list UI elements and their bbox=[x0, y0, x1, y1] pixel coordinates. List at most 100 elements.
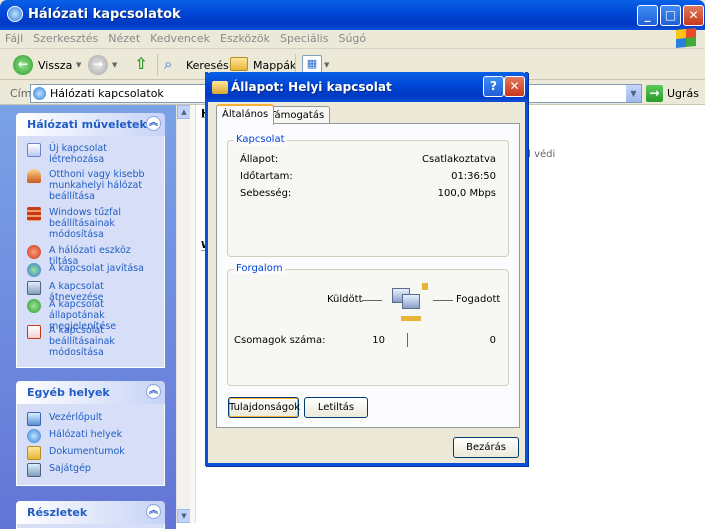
task-label: Windows tűzfal beállításainak módosítása bbox=[49, 207, 121, 240]
network-tasks-title: Hálózati műveletek bbox=[27, 118, 147, 131]
network-activity-icon bbox=[388, 283, 428, 325]
address-dropdown-icon[interactable]: ▼ bbox=[626, 85, 641, 102]
details-panel bbox=[16, 524, 165, 529]
vertical-scrollbar[interactable]: ▲ ▼ bbox=[176, 105, 191, 523]
menu-favorites[interactable]: Kedvencek bbox=[145, 30, 215, 45]
collapse-chevron-icon[interactable]: ︽ bbox=[146, 504, 161, 519]
computer-icon bbox=[402, 294, 420, 309]
speed-value: 100,0 Mbps bbox=[437, 188, 496, 199]
duration-label: Időtartam: bbox=[240, 171, 293, 182]
folder-icon bbox=[230, 57, 248, 71]
help-button[interactable]: ? bbox=[483, 76, 504, 97]
rename-icon bbox=[27, 281, 41, 295]
tab-panel: Kapcsolat Állapot: Csatlakoztatva Időtar… bbox=[216, 123, 520, 428]
scroll-down-icon[interactable]: ▼ bbox=[177, 509, 191, 523]
go-button[interactable]: → Ugrás bbox=[646, 84, 702, 103]
dialog-title-bar[interactable]: Állapot: Helyi kapcsolat ? ✕ bbox=[205, 72, 528, 102]
repair-icon bbox=[27, 263, 41, 277]
sent-label: Küldött bbox=[327, 294, 363, 305]
tab-general[interactable]: Általános bbox=[216, 104, 275, 125]
back-dropdown-icon[interactable]: ▼ bbox=[76, 61, 81, 69]
duration-value: 01:36:50 bbox=[451, 171, 496, 182]
received-line bbox=[433, 300, 453, 301]
local-connection-icon bbox=[212, 81, 228, 94]
menu-help[interactable]: Súgó bbox=[333, 30, 371, 45]
scroll-up-icon[interactable]: ▲ bbox=[177, 105, 191, 119]
toolbar-separator bbox=[157, 54, 158, 76]
place-label: Hálózati helyek bbox=[49, 429, 123, 440]
my-computer-icon bbox=[27, 463, 41, 477]
forward-dropdown-icon[interactable]: ▼ bbox=[112, 61, 117, 69]
disable-device-icon bbox=[27, 245, 41, 259]
connection-group: Kapcsolat Állapot: Csatlakoztatva Időtar… bbox=[227, 134, 509, 257]
menu-view[interactable]: Nézet bbox=[103, 30, 145, 45]
collapse-chevron-icon[interactable]: ︽ bbox=[146, 384, 161, 399]
views-dropdown-icon[interactable]: ▼ bbox=[324, 61, 329, 69]
speed-label: Sebesség: bbox=[240, 188, 292, 199]
address-label: Cím bbox=[10, 87, 32, 100]
menu-edit[interactable]: Szerkesztés bbox=[28, 30, 103, 45]
task-label: A kapcsolat beállításainak módosítása bbox=[49, 325, 115, 358]
packets-label: Csomagok száma: bbox=[234, 335, 326, 346]
place-label: Vezérlőpult bbox=[49, 412, 103, 423]
packets-received-value: 0 bbox=[489, 335, 496, 346]
task-label: Otthoni vagy kisebb munkahelyi hálózat b… bbox=[49, 169, 145, 202]
documents-icon bbox=[27, 446, 41, 460]
other-places-panel: Vezérlőpult Hálózati helyek Dokumentumok… bbox=[16, 404, 165, 486]
close-button[interactable]: ✕ bbox=[683, 5, 704, 26]
sent-line bbox=[362, 300, 382, 301]
place-label: Sajátgép bbox=[49, 463, 91, 474]
window-title-bar[interactable]: Hálózati kapcsolatok _ □ ✕ bbox=[0, 0, 705, 30]
other-places-header[interactable]: Egyéb helyek ︽ bbox=[16, 381, 165, 404]
disable-button[interactable]: Letiltás bbox=[304, 397, 368, 418]
traffic-group: Forgalom Küldött Fogadott Csomagok száma… bbox=[227, 263, 509, 386]
go-label: Ugrás bbox=[667, 87, 700, 100]
network-tasks-panel: Új kapcsolat létrehozása Otthoni vagy ki… bbox=[16, 136, 165, 368]
home-network-icon bbox=[27, 169, 41, 183]
network-tasks-header[interactable]: Hálózati műveletek ︽ bbox=[16, 113, 165, 136]
network-connections-icon bbox=[33, 87, 46, 100]
packets-sent-value: 10 bbox=[372, 335, 385, 346]
place-label: Dokumentumok bbox=[49, 446, 125, 457]
status-icon bbox=[27, 299, 41, 313]
column-divider bbox=[190, 105, 196, 523]
task-label: A kapcsolat javítása bbox=[49, 263, 144, 274]
explorer-window: Hálózati kapcsolatok _ □ ✕ Fájl Szerkeszt… bbox=[0, 0, 705, 529]
minimize-button[interactable]: _ bbox=[637, 5, 658, 26]
dialog-close-button[interactable]: ✕ bbox=[504, 76, 525, 97]
up-folder-button[interactable]: ⇧ bbox=[130, 55, 152, 75]
maximize-button[interactable]: □ bbox=[660, 5, 681, 26]
menu-file[interactable]: Fájl bbox=[0, 30, 28, 45]
search-label: Keresés bbox=[186, 59, 229, 72]
connection-group-title: Kapcsolat bbox=[234, 134, 287, 145]
menu-advanced[interactable]: Speciális bbox=[275, 30, 333, 45]
status-label: Állapot: bbox=[240, 154, 279, 165]
receive-light-icon bbox=[422, 283, 428, 290]
windows-logo-icon bbox=[676, 27, 696, 49]
packets-divider bbox=[407, 333, 408, 347]
properties-button[interactable]: Tulajdonságok bbox=[228, 397, 300, 418]
forward-button[interactable]: → bbox=[88, 55, 108, 75]
dialog-title: Állapot: Helyi kapcsolat bbox=[231, 80, 392, 94]
go-arrow-icon: → bbox=[646, 85, 663, 102]
cable-icon bbox=[401, 316, 421, 321]
control-panel-icon bbox=[27, 412, 41, 426]
dialog-close-action-button[interactable]: Bezárás bbox=[453, 437, 519, 458]
back-label: Vissza bbox=[38, 59, 73, 72]
other-places-title: Egyéb helyek bbox=[27, 386, 110, 399]
traffic-group-title: Forgalom bbox=[234, 263, 285, 274]
network-connections-icon bbox=[7, 6, 23, 22]
search-icon: ⌕ bbox=[164, 55, 173, 73]
menu-tools[interactable]: Eszközök bbox=[215, 30, 275, 45]
firewall-icon bbox=[27, 207, 41, 221]
details-title: Részletek bbox=[27, 506, 88, 519]
collapse-chevron-icon[interactable]: ︽ bbox=[146, 116, 161, 131]
network-places-icon bbox=[27, 429, 41, 443]
folders-label: Mappák bbox=[253, 59, 297, 72]
back-button[interactable]: ← Vissza bbox=[10, 54, 72, 76]
details-header[interactable]: Részletek ︽ bbox=[16, 501, 165, 524]
menu-bar: Fájl Szerkesztés Nézet Kedvencek Eszközök Spe… bbox=[0, 27, 705, 49]
status-value: Csatlakoztatva bbox=[422, 154, 496, 165]
received-label: Fogadott bbox=[456, 294, 501, 305]
address-value: Hálózati kapcsolatok bbox=[50, 87, 164, 100]
